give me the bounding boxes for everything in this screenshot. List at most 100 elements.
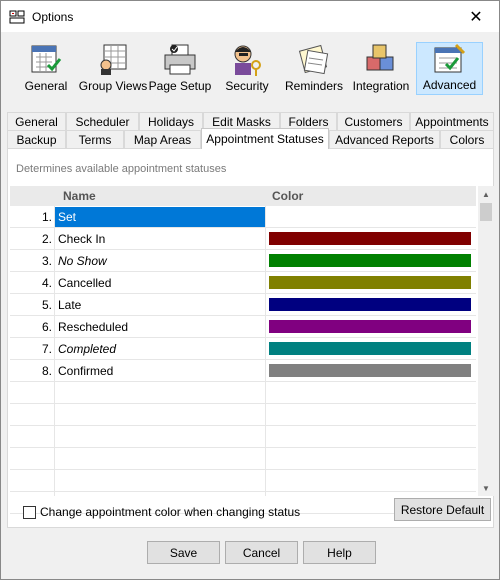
table-row[interactable]: 8. Confirmed [10,360,476,382]
tool-label: General [24,79,68,93]
status-name-cell[interactable]: Cancelled [55,273,265,293]
status-color-swatch[interactable] [269,364,471,377]
row-number: 7. [41,342,52,356]
button-label: Restore Default [400,502,485,517]
row-number: 3. [41,254,52,268]
status-color-swatch[interactable] [269,342,471,355]
table-row[interactable]: 2. Check In [10,228,476,250]
table-row[interactable]: 1. Set [10,206,476,228]
row-number: 2. [41,232,52,246]
tab-label: Backup [16,133,57,147]
scroll-down-icon[interactable]: ▼ [478,480,494,496]
status-color-swatch[interactable] [269,210,471,223]
title-bar: Options ✕ [1,1,499,32]
window-title: Options [32,9,74,24]
scroll-up-icon[interactable]: ▲ [478,186,494,202]
printer-icon [162,43,198,77]
status-name-cell[interactable]: Check In [55,229,265,249]
general-icon [28,43,64,77]
close-button[interactable]: ✕ [453,1,499,32]
tool-label: Reminders [284,79,344,93]
vertical-scrollbar[interactable]: ▲ ▼ [478,186,494,496]
status-color-swatch[interactable] [269,298,471,311]
help-button[interactable]: Help [303,541,376,564]
scroll-thumb[interactable] [480,203,492,221]
tab-appointments[interactable]: Appointments [410,112,494,131]
tool-label: Advanced [422,78,477,92]
status-name-cell[interactable]: Rescheduled [55,317,265,337]
tool-label: Integration [352,79,410,93]
row-number: 1. [41,210,52,224]
tab-label: Map Areas [133,133,192,147]
table-row[interactable]: 4. Cancelled [10,272,476,294]
table-row[interactable]: 3. No Show [10,250,476,272]
tool-reminders[interactable]: Reminders [282,42,346,95]
close-icon: ✕ [469,8,483,26]
tab-colors[interactable]: Colors [440,130,494,149]
table-row[interactable] [10,470,476,492]
table-row[interactable]: 5. Late [10,294,476,316]
tool-advanced[interactable]: Advanced [416,42,483,95]
grid-header: Name Color [10,186,476,206]
column-header-name: Name [63,189,96,203]
tab-terms[interactable]: Terms [66,130,124,149]
status-color-swatch[interactable] [269,320,471,333]
tab-label: Customers [344,115,403,129]
column-header-color: Color [272,189,304,203]
tab-label: Appointments [415,115,489,129]
tool-integration[interactable]: Integration [349,42,413,95]
tool-label: Page Setup [148,79,212,93]
status-name-cell[interactable]: Set [55,207,265,227]
cancel-button[interactable]: Cancel [225,541,298,564]
table-row[interactable]: 6. Rescheduled [10,316,476,338]
tool-security[interactable]: Security [215,42,279,95]
options-toolbar: General Group Views Page Setup Security … [14,42,489,97]
tab-general[interactable]: General [7,112,66,131]
status-name-cell[interactable]: Completed [55,339,265,359]
status-name-cell[interactable]: No Show [55,251,265,271]
checkbox-label: Change appointment color when changing s… [40,505,301,519]
tab-customers[interactable]: Customers [337,112,410,131]
button-label: Help [327,545,352,560]
tab-appointment-statuses[interactable]: Appointment Statuses [201,128,329,149]
tab-label: Scheduler [75,115,130,129]
save-button[interactable]: Save [147,541,220,564]
change-color-checkbox-row[interactable]: Change appointment color when changing s… [23,505,300,519]
tab-backup[interactable]: Backup [7,130,66,149]
row-number: 5. [41,298,52,312]
tab-map-areas[interactable]: Map Areas [124,130,201,149]
status-color-swatch[interactable] [269,232,471,245]
tab-label: Colors [449,133,485,147]
tab-label: Terms [78,133,112,147]
tool-page-setup[interactable]: Page Setup [148,42,212,95]
tab-scheduler[interactable]: Scheduler [66,112,139,131]
table-row[interactable] [10,448,476,470]
tab-label: Appointment Statuses [206,132,324,146]
table-row[interactable] [10,426,476,448]
tool-general[interactable]: General [14,42,78,95]
status-name-cell[interactable]: Late [55,295,265,315]
options-window: Options ✕ General Group Views Page Setup [0,0,500,580]
row-number: 8. [41,364,52,378]
tab-label: Holidays [147,115,195,129]
status-color-swatch[interactable] [269,254,471,267]
status-color-swatch[interactable] [269,276,471,289]
table-row[interactable]: 7. Completed [10,338,476,360]
status-name-cell[interactable]: Confirmed [55,361,265,381]
tool-group-views[interactable]: Group Views [79,42,147,95]
tool-label: Security [225,79,269,93]
appointment-statuses-panel: Determines available appointment statuse… [7,148,494,528]
table-row[interactable] [10,382,476,404]
options-app-icon [9,9,25,25]
row-number: 6. [41,320,52,334]
change-color-checkbox[interactable] [23,505,36,519]
table-row[interactable] [10,404,476,426]
reminders-icon [296,43,332,77]
tab-label: Edit Masks [212,115,271,129]
security-icon [229,43,265,77]
restore-default-button[interactable]: Restore Default [394,498,491,521]
button-label: Save [169,545,198,560]
advanced-icon [432,42,468,76]
tab-advanced-reports[interactable]: Advanced Reports [329,130,440,149]
tab-holidays[interactable]: Holidays [139,112,203,131]
